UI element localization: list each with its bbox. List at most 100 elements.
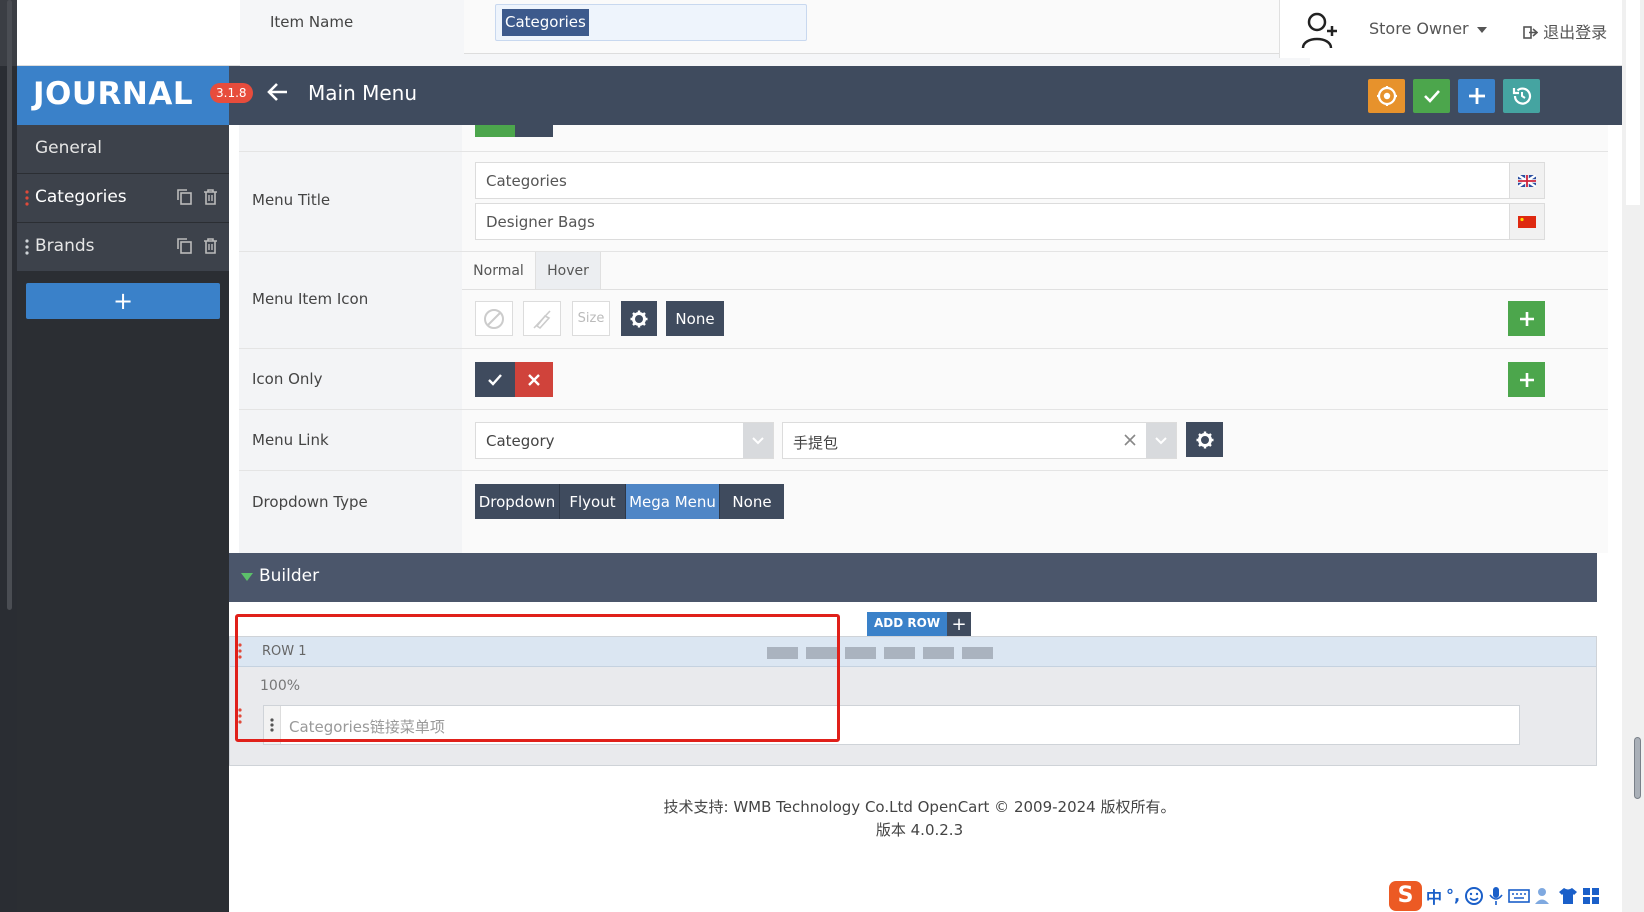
dropdown-option-none[interactable]: None — [720, 484, 784, 519]
gear-icon — [1196, 431, 1213, 448]
row-tool-icon[interactable] — [845, 647, 876, 659]
ime-punctuation-toggle[interactable]: °, — [1446, 886, 1460, 905]
china-flag-icon — [1518, 215, 1536, 228]
trash-icon[interactable] — [202, 237, 219, 255]
toggle-on-button[interactable] — [475, 125, 515, 137]
link-type-select[interactable]: Category — [475, 422, 774, 459]
icon-only-yes-button[interactable] — [475, 362, 515, 397]
ime-toolbar: S 中 °, — [1385, 879, 1622, 912]
link-target-select[interactable]: 手提包 — [782, 422, 1177, 459]
copy-icon[interactable] — [176, 237, 193, 255]
link-target-value: 手提包 — [793, 434, 839, 452]
add-row-button[interactable]: ADD ROW + — [867, 612, 972, 636]
form-area: Menu Title Categories Designer Bags Menu… — [239, 125, 1608, 553]
row-tool-icon[interactable] — [923, 647, 954, 659]
dropdown-type-group: Dropdown Flyout Mega Menu None — [475, 484, 784, 519]
builder-title: Builder — [259, 566, 320, 586]
main-content: Menu Title Categories Designer Bags Menu… — [229, 125, 1610, 912]
add-icon-only-button[interactable] — [1508, 362, 1545, 397]
user-add-icon[interactable] — [1300, 10, 1340, 50]
add-button[interactable] — [1458, 79, 1495, 113]
row-field-bg: Category 手提包 — [462, 410, 1608, 470]
form-row-icon-only: Icon Only — [239, 349, 1608, 410]
item-name-input[interactable]: Categories — [495, 4, 807, 41]
ime-lang-toggle[interactable]: 中 — [1426, 884, 1442, 908]
icon-only-no-button[interactable] — [515, 362, 553, 397]
icon-only-label: Icon Only — [252, 370, 323, 388]
save-button[interactable] — [1413, 79, 1450, 113]
sidebar-item-brands[interactable]: Brands — [17, 223, 229, 272]
emoji-icon[interactable] — [1464, 886, 1484, 906]
form-row-menu-title: Menu Title Categories Designer Bags — [239, 152, 1608, 252]
skin-shirt-icon[interactable] — [1558, 886, 1578, 906]
user-area: Store Owner 退出登录 — [1279, 0, 1639, 58]
row-field-bg: Normal Hover Size None — [462, 252, 1608, 348]
menu-title-input-zh[interactable]: Designer Bags — [475, 203, 1510, 240]
version-badge: 3.1.8 — [210, 83, 253, 103]
back-arrow-icon[interactable] — [267, 81, 289, 103]
sidebar-item-categories[interactable]: Categories — [17, 174, 229, 223]
link-settings-button[interactable] — [1186, 422, 1223, 457]
copy-icon[interactable] — [176, 188, 193, 206]
flag-en — [1509, 162, 1545, 199]
form-row-hidden — [239, 125, 1608, 152]
form-row-dropdown-type: Dropdown Type Dropdown Flyout Mega Menu … — [239, 471, 1608, 553]
item-name-selected-text: Categories — [502, 9, 589, 36]
sidebar-item-general[interactable]: General — [17, 125, 229, 174]
logout-label: 退出登录 — [1543, 23, 1608, 42]
row-tool-icon[interactable] — [884, 647, 915, 659]
store-owner-dropdown[interactable]: Store Owner — [1369, 19, 1487, 38]
link-type-value: Category — [486, 432, 555, 450]
add-icon-button[interactable] — [1508, 301, 1545, 336]
logo-area: JOURNAL — [17, 66, 229, 125]
reset-gear-icon — [1376, 86, 1397, 106]
row-field-bg: Categories Designer Bags — [462, 152, 1608, 251]
history-icon — [1512, 87, 1531, 105]
keyboard-icon[interactable] — [1508, 888, 1530, 904]
item-name-label: Item Name — [270, 13, 354, 31]
chevron-down-icon — [743, 423, 773, 458]
row-label-bg: Menu Link — [239, 410, 462, 470]
icon-settings-button[interactable] — [621, 301, 657, 336]
trash-icon[interactable] — [202, 188, 219, 206]
grid-menu-icon[interactable] — [1582, 887, 1600, 905]
add-row-label: ADD ROW — [867, 612, 948, 636]
reset-button[interactable] — [1368, 79, 1405, 113]
color-picker-button[interactable] — [523, 301, 561, 336]
user-settings-icon[interactable] — [1534, 886, 1554, 906]
microphone-icon[interactable] — [1488, 886, 1504, 906]
tab-normal[interactable]: Normal — [462, 252, 535, 289]
form-row-menu-link: Menu Link Category 手提包 — [239, 410, 1608, 471]
menu-title-label: Menu Title — [252, 191, 331, 209]
row-label-bg: Dropdown Type — [239, 471, 462, 553]
menu-title-input-en[interactable]: Categories — [475, 162, 1510, 199]
menu-item-icon-label: Menu Item Icon — [252, 290, 369, 308]
builder-section-header[interactable]: Builder — [229, 553, 1597, 602]
history-button[interactable] — [1503, 79, 1540, 113]
icon-none-button[interactable]: None — [666, 301, 724, 336]
tab-hover[interactable]: Hover — [535, 252, 601, 289]
uk-flag-icon — [1518, 174, 1536, 187]
no-icon-button[interactable] — [475, 301, 513, 336]
store-owner-label: Store Owner — [1369, 19, 1469, 38]
check-icon — [488, 373, 502, 386]
drag-handle-icon[interactable] — [25, 189, 29, 207]
row-field-bg — [462, 125, 1608, 151]
add-menu-item-button[interactable]: + — [26, 283, 220, 319]
row-tool-icon[interactable] — [962, 647, 993, 659]
gear-icon — [630, 310, 648, 327]
sidebar-item-label: Brands — [35, 236, 95, 256]
dropdown-option-dropdown[interactable]: Dropdown — [475, 484, 560, 519]
menu-link-label: Menu Link — [252, 431, 329, 449]
icon-size-input[interactable]: Size — [572, 301, 610, 336]
clear-icon[interactable] — [1124, 434, 1136, 446]
dropdown-type-label: Dropdown Type — [252, 493, 368, 511]
scrollbar-thumb[interactable] — [1634, 737, 1641, 799]
dropdown-option-mega-menu[interactable]: Mega Menu — [626, 484, 720, 519]
dropdown-option-flyout[interactable]: Flyout — [560, 484, 626, 519]
toggle-off-button[interactable] — [515, 125, 553, 137]
sogou-logo-icon[interactable]: S — [1389, 880, 1422, 911]
logout-link[interactable]: 退出登录 — [1523, 19, 1607, 43]
ban-icon — [484, 308, 504, 329]
drag-handle-icon[interactable] — [25, 238, 29, 256]
